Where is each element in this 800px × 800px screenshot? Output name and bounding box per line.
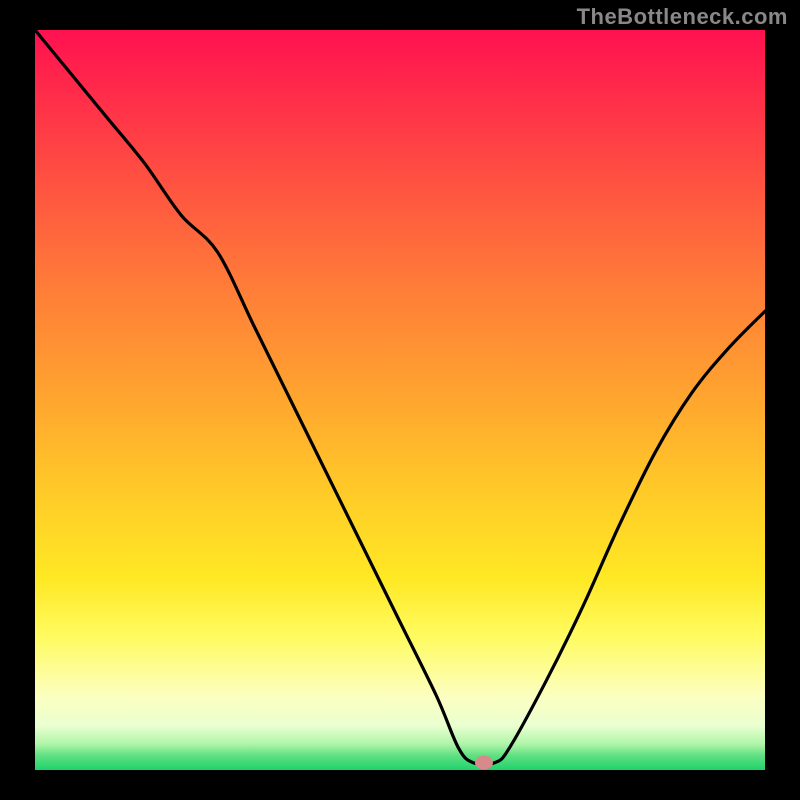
- curve-svg: [35, 30, 765, 770]
- chart-frame: TheBottleneck.com: [0, 0, 800, 800]
- plot-area: [35, 30, 765, 770]
- bottleneck-curve: [35, 30, 765, 764]
- watermark-text: TheBottleneck.com: [577, 4, 788, 30]
- optimal-point-marker: [475, 756, 493, 770]
